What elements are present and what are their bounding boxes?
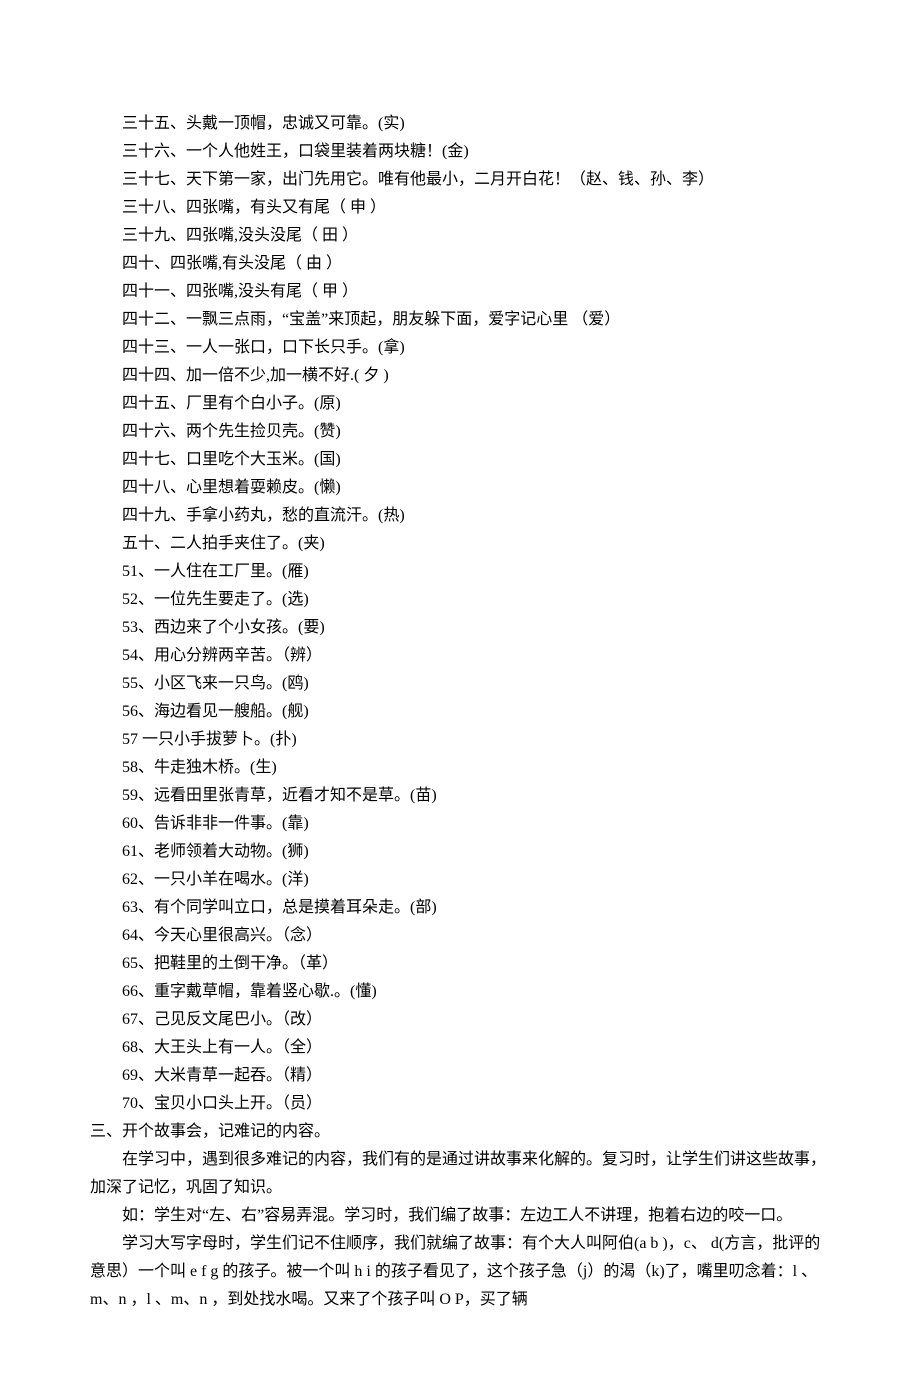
document-page: 三十五、头戴一顶帽，忠诚又可靠。(实) 三十六、一个人他姓王，口袋里装着两块糖！… [0, 0, 920, 1374]
riddle-item: 51、一人住在工厂里。(雁) [90, 558, 830, 586]
riddle-item: 四十九、手拿小药丸，愁的直流汗。(热) [90, 502, 830, 530]
riddle-item: 四十八、心里想着耍赖皮。(懒) [90, 474, 830, 502]
section-heading: 三、开个故事会，记难记的内容。 [90, 1118, 830, 1146]
riddle-item: 57 一只小手拔萝卜。(扑) [90, 726, 830, 754]
riddle-item: 69、大米青草一起吞。（精） [90, 1062, 830, 1090]
riddle-item: 56、海边看见一艘船。(舰) [90, 698, 830, 726]
riddle-item: 三十九、四张嘴,没头没尾（ 田 ） [90, 222, 830, 250]
riddle-item: 62、一只小羊在喝水。(洋) [90, 866, 830, 894]
riddle-item: 三十七、天下第一家，出门先用它。唯有他最小，二月开白花！（赵、钱、孙、李） [90, 166, 830, 194]
riddle-item: 四十七、口里吃个大玉米。(国) [90, 446, 830, 474]
body-paragraph: 如：学生对“左、右”容易弄混。学习时，我们编了故事：左边工人不讲理，抱着右边的咬… [90, 1202, 830, 1230]
riddle-item: 四十一、四张嘴,没头有尾（ 甲 ） [90, 278, 830, 306]
body-paragraph: 在学习中，遇到很多难记的内容，我们有的是通过讲故事来化解的。复习时，让学生们讲这… [90, 1146, 830, 1202]
riddle-item: 61、老师领着大动物。(狮) [90, 838, 830, 866]
riddle-item: 65、把鞋里的土倒干净。（革） [90, 950, 830, 978]
riddle-item: 四十六、两个先生捡贝壳。(赞) [90, 418, 830, 446]
riddle-item: 70、宝贝小口头上开。（员） [90, 1090, 830, 1118]
riddle-item: 四十三、一人一张口，口下长只手。(拿) [90, 334, 830, 362]
riddle-item: 四十五、厂里有个白小子。(原) [90, 390, 830, 418]
riddle-item: 三十六、一个人他姓王，口袋里装着两块糖！(金) [90, 138, 830, 166]
riddle-item: 64、今天心里很高兴。（念） [90, 922, 830, 950]
riddle-item: 55、小区飞来一只鸟。(鸥) [90, 670, 830, 698]
body-paragraph: 学习大写字母时，学生们记不住顺序，我们就编了故事：有个大人叫阿伯(a b )，c… [90, 1230, 830, 1314]
riddle-item: 四十、四张嘴,有头没尾（ 由 ） [90, 250, 830, 278]
riddle-item: 52、一位先生要走了。(选) [90, 586, 830, 614]
riddle-item: 67、己见反文尾巴小。（改） [90, 1006, 830, 1034]
riddle-item: 60、告诉非非一件事。(靠) [90, 810, 830, 838]
riddle-item: 58、牛走独木桥。(生) [90, 754, 830, 782]
riddle-item: 68、大王头上有一人。（全） [90, 1034, 830, 1062]
riddle-item: 四十四、加一倍不少,加一横不好.( 夕 ) [90, 362, 830, 390]
riddle-item: 四十二、一飘三点雨，“宝盖”来顶起，朋友躲下面，爱字记心里 （爱） [90, 306, 830, 334]
riddle-item: 66、重字戴草帽，靠着竖心歇.。(懂) [90, 978, 830, 1006]
riddle-item: 63、有个同学叫立口，总是摸着耳朵走。(部) [90, 894, 830, 922]
riddle-item: 59、远看田里张青草，近看才知不是草。(苗) [90, 782, 830, 810]
riddle-list: 三十五、头戴一顶帽，忠诚又可靠。(实) 三十六、一个人他姓王，口袋里装着两块糖！… [90, 110, 830, 1118]
riddle-item: 三十八、四张嘴，有头又有尾（ 申 ） [90, 194, 830, 222]
riddle-item: 53、西边来了个小女孩。(要) [90, 614, 830, 642]
riddle-item: 三十五、头戴一顶帽，忠诚又可靠。(实) [90, 110, 830, 138]
riddle-item: 五十、二人拍手夹住了。(夹) [90, 530, 830, 558]
riddle-item: 54、用心分辨两辛苦。（辨） [90, 642, 830, 670]
